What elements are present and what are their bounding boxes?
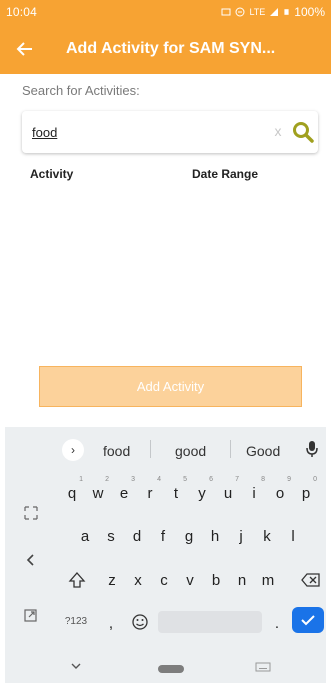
chevron-down-icon[interactable]: [69, 659, 83, 673]
search-input[interactable]: [32, 122, 262, 142]
status-bar: 10:04 LTE 100%: [0, 0, 331, 24]
key-g[interactable]: g: [176, 518, 202, 554]
key-label: i: [252, 485, 256, 502]
arrow-left-icon[interactable]: [14, 38, 36, 60]
key-hint: 4: [157, 476, 161, 483]
key-hint: 6: [209, 476, 213, 483]
search-label: Search for Activities:: [22, 83, 140, 98]
key-label: q: [67, 485, 77, 502]
chevron-left-icon[interactable]: [23, 552, 39, 568]
key-a[interactable]: a: [72, 518, 98, 554]
suggestion-divider: [230, 440, 231, 458]
magnifier-icon[interactable]: [291, 120, 315, 144]
suggestion-2[interactable]: good: [175, 443, 206, 459]
key-label: o: [275, 485, 285, 502]
key-label: u: [223, 485, 233, 502]
key-hint: 1: [79, 476, 83, 483]
soft-keyboard: › food good Good q1 w2 e3 r4 t5 y6 u7 i8…: [5, 427, 326, 651]
comma-key[interactable]: ,: [103, 605, 119, 641]
search-box: x: [22, 111, 318, 153]
resize-icon[interactable]: [23, 505, 39, 521]
key-t[interactable]: t5: [163, 475, 189, 511]
key-l[interactable]: l: [280, 518, 306, 554]
app-bar: Add Activity for SAM SYN...: [0, 24, 331, 74]
chevron-right-icon[interactable]: ›: [62, 439, 84, 461]
key-label: e: [119, 485, 129, 502]
key-x[interactable]: x: [125, 562, 151, 598]
key-u[interactable]: u7: [215, 475, 241, 511]
key-hint: 5: [183, 476, 187, 483]
key-z[interactable]: z: [99, 562, 125, 598]
key-v[interactable]: v: [177, 562, 203, 598]
suggestion-3[interactable]: Good: [246, 443, 280, 459]
backspace-icon[interactable]: [301, 572, 321, 588]
key-hint: 7: [235, 476, 239, 483]
key-h[interactable]: h: [202, 518, 228, 554]
add-activity-button[interactable]: Add Activity: [39, 366, 302, 407]
symbols-key[interactable]: ?123: [61, 613, 91, 631]
key-hint: 0: [313, 476, 317, 483]
clear-icon[interactable]: x: [270, 123, 286, 139]
key-label: r: [147, 485, 153, 502]
signal-icon: [270, 8, 279, 16]
key-hint: 9: [287, 476, 291, 483]
suggestion-strip: › food good Good: [5, 427, 326, 473]
battery-icon: [284, 9, 289, 15]
key-k[interactable]: k: [254, 518, 280, 554]
key-q[interactable]: q1: [59, 475, 85, 511]
key-hint: 2: [105, 476, 109, 483]
key-label: p: [301, 485, 311, 502]
space-bar[interactable]: [158, 611, 262, 633]
key-label: t: [173, 485, 179, 502]
suggestion-1[interactable]: food: [103, 443, 130, 459]
key-label: y: [198, 485, 206, 502]
period-key[interactable]: .: [269, 605, 285, 641]
status-icons: LTE 100%: [221, 5, 325, 19]
key-p[interactable]: p0: [293, 475, 319, 511]
suggestion-divider: [150, 440, 151, 458]
key-d[interactable]: d: [124, 518, 150, 554]
page-title: Add Activity for SAM SYN...: [66, 40, 276, 57]
battery-label: 100%: [294, 5, 325, 19]
emoji-icon[interactable]: [131, 613, 149, 631]
key-c[interactable]: c: [151, 562, 177, 598]
key-label: w: [92, 485, 104, 502]
cast-icon: [221, 8, 231, 16]
key-y[interactable]: y6: [189, 475, 215, 511]
key-hint: 8: [261, 476, 265, 483]
key-hint: 3: [131, 476, 135, 483]
key-b[interactable]: b: [203, 562, 229, 598]
floating-keyboard-icon[interactable]: [23, 607, 39, 623]
key-i[interactable]: i8: [241, 475, 267, 511]
column-header-activity: Activity: [30, 167, 74, 181]
status-time: 10:04: [6, 5, 38, 19]
column-header-date-range: Date Range: [192, 167, 259, 181]
key-f[interactable]: f: [150, 518, 176, 554]
microphone-icon[interactable]: [305, 440, 319, 458]
navigation-bar: [5, 651, 326, 683]
key-m[interactable]: m: [255, 562, 281, 598]
key-o[interactable]: o9: [267, 475, 293, 511]
key-r[interactable]: r4: [137, 475, 163, 511]
check-icon: [301, 615, 315, 626]
network-label: LTE: [249, 7, 266, 17]
key-w[interactable]: w2: [85, 475, 111, 511]
home-pill[interactable]: [158, 665, 184, 673]
keyboard-icon[interactable]: [255, 662, 271, 672]
dnd-icon: [235, 7, 245, 17]
key-n[interactable]: n: [229, 562, 255, 598]
shift-icon[interactable]: [67, 570, 87, 590]
enter-key[interactable]: [292, 607, 324, 633]
key-j[interactable]: j: [228, 518, 254, 554]
key-s[interactable]: s: [98, 518, 124, 554]
key-e[interactable]: e3: [111, 475, 137, 511]
